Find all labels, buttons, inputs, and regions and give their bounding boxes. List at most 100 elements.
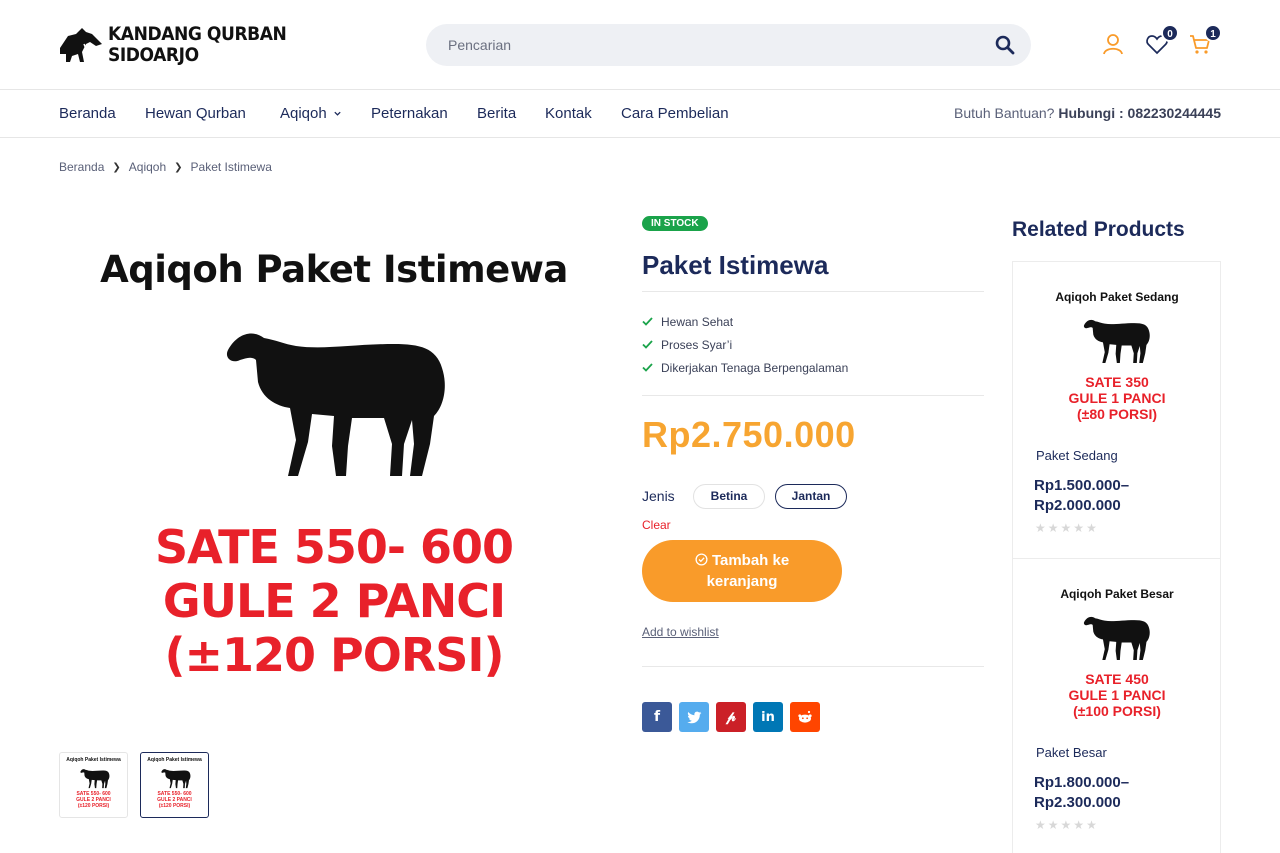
related-image-line-2: GULE 1 PANCI [1068, 687, 1166, 703]
feature-label: Dikerjakan Tenaga Berpengalaman [661, 360, 849, 375]
product-price: Rp2.750.000 [642, 414, 856, 455]
product-main-image[interactable]: Aqiqoh Paket Istimewa SATE 550- 600 GULE… [59, 220, 609, 720]
search-bar [426, 24, 1031, 66]
logo-text: KANDANG QURBAN SIDOARJO [108, 23, 287, 66]
help-phone[interactable]: Hubungi : 082230244445 [1058, 105, 1221, 121]
divider [642, 291, 984, 292]
share-buttons: f 𝓅 in [642, 702, 820, 732]
star-icon: ★ [1047, 818, 1061, 832]
star-icon: ★ [1073, 818, 1087, 832]
image-title: Aqiqoh Paket Istimewa [100, 248, 568, 291]
thumbnail-title: Aqiqoh Paket Istimewa [66, 757, 121, 763]
search-icon[interactable] [995, 35, 1015, 55]
clear-variant-link[interactable]: Clear [642, 518, 671, 532]
related-price-line-1: Rp1.500.000– [1034, 477, 1130, 494]
thumbnail[interactable]: Aqiqoh Paket Istimewa SATE 550- 600 GULE… [59, 752, 128, 818]
nav-item-aqiqoh[interactable]: Aqiqoh [280, 105, 342, 122]
related-product-image[interactable]: Aqiqoh Paket Besar SATE 450 GULE 1 PANCI… [1037, 583, 1197, 733]
feature-item: Dikerjakan Tenaga Berpengalaman [642, 356, 848, 379]
main-navigation: Beranda Hewan Qurban Aqiqoh Peternakan B… [0, 90, 1280, 138]
nav-item-cara-pembelian[interactable]: Cara Pembelian [621, 105, 729, 122]
product-thumbnails: Aqiqoh Paket Istimewa SATE 550- 600 GULE… [59, 752, 209, 818]
wishlist-button[interactable]: 0 [1145, 24, 1179, 56]
related-image-text: SATE 350 GULE 1 PANCI (±80 PORSI) [1037, 374, 1197, 422]
add-to-wishlist-link[interactable]: Add to wishlist [642, 625, 719, 639]
check-circle-icon [695, 553, 708, 566]
reddit-share-button[interactable] [790, 702, 820, 732]
logo-line-1: KANDANG QURBAN [108, 23, 287, 45]
star-icon: ★ [1035, 521, 1048, 535]
breadcrumb-home[interactable]: Beranda [59, 160, 104, 174]
related-image-title: Aqiqoh Paket Besar [1060, 587, 1174, 601]
twitter-share-button[interactable] [679, 702, 709, 732]
related-image-line-1: SATE 450 [1085, 671, 1149, 687]
chevron-down-icon [334, 111, 341, 116]
logo-line-2: SIDOARJO [108, 44, 199, 66]
stock-badge: IN STOCK [642, 216, 708, 231]
sheep-silhouette-icon [161, 769, 191, 789]
image-line-3: (±120 PORSI) [164, 628, 504, 682]
thumbnail-text: SATE 550- 600 GULE 2 PANCI (±120 PORSI) [141, 791, 208, 809]
nav-item-aqiqoh-label: Aqiqoh [280, 105, 327, 122]
related-product-card[interactable]: Aqiqoh Paket Besar SATE 450 GULE 1 PANCI… [1012, 558, 1221, 853]
breadcrumb-category[interactable]: Aqiqoh [129, 160, 166, 174]
related-product-price: Rp1.500.000– Rp2.000.000 [1034, 476, 1129, 516]
feature-label: Proses Syar’i [661, 337, 733, 352]
breadcrumb: Beranda ❯ Aqiqoh ❯ Paket Istimewa [59, 160, 272, 174]
add-to-cart-button[interactable]: Tambah ke keranjang [642, 540, 842, 602]
star-rating: ★★★★★ [1035, 521, 1099, 535]
check-icon [642, 340, 653, 349]
cart-count-badge: 1 [1204, 24, 1222, 42]
pinterest-icon: 𝓅 [726, 709, 736, 725]
account-button[interactable] [1101, 32, 1125, 56]
sheep-silhouette-icon [1083, 319, 1150, 363]
nav-item-hewan-qurban[interactable]: Hewan Qurban [145, 105, 246, 122]
variant-label: Jenis [642, 488, 675, 504]
related-price-line-2: Rp2.300.000 [1034, 794, 1121, 811]
nav-item-kontak[interactable]: Kontak [545, 105, 592, 122]
thumbnail-line-3: (±120 PORSI) [158, 803, 191, 809]
related-product-name[interactable]: Paket Besar [1036, 745, 1107, 760]
related-product-card[interactable]: Aqiqoh Paket Sedang SATE 350 GULE 1 PANC… [1012, 261, 1221, 559]
reddit-icon [798, 710, 812, 723]
user-icon [1103, 34, 1123, 55]
related-image-text: SATE 450 GULE 1 PANCI (±100 PORSI) [1037, 671, 1197, 719]
facebook-icon: f [653, 709, 661, 725]
pinterest-share-button[interactable]: 𝓅 [716, 702, 746, 732]
thumbnail-line-3: (±120 PORSI) [77, 803, 110, 809]
variant-option-betina[interactable]: Betina [693, 484, 765, 509]
related-product-name[interactable]: Paket Sedang [1036, 448, 1118, 463]
breadcrumb-current: Paket Istimewa [190, 160, 272, 174]
search-input[interactable] [448, 24, 988, 66]
related-product-price: Rp1.800.000– Rp2.300.000 [1034, 773, 1129, 813]
variant-option-jantan[interactable]: Jantan [775, 484, 847, 509]
site-logo[interactable]: KANDANG QURBAN SIDOARJO [58, 22, 306, 68]
feature-list: Hewan Sehat Proses Syar’i Dikerjakan Ten… [642, 310, 848, 379]
check-icon [642, 363, 653, 372]
help-prefix: Butuh Bantuan? [954, 105, 1055, 121]
add-to-cart-label: Tambah ke keranjang [672, 550, 812, 592]
related-product-image[interactable]: Aqiqoh Paket Sedang SATE 350 GULE 1 PANC… [1037, 286, 1197, 436]
nav-item-beranda[interactable]: Beranda [59, 105, 116, 122]
sheep-silhouette-icon [80, 769, 110, 789]
related-image-title: Aqiqoh Paket Sedang [1055, 290, 1179, 304]
sheep-silhouette-icon [226, 333, 445, 476]
twitter-icon [686, 711, 701, 723]
thumbnail-title: Aqiqoh Paket Istimewa [147, 757, 202, 763]
image-line-2: GULE 2 PANCI [162, 574, 506, 628]
linkedin-icon: in [761, 709, 775, 725]
chevron-right-icon: ❯ [174, 161, 183, 173]
related-image-line-3: (±100 PORSI) [1073, 703, 1161, 719]
cart-button[interactable]: 1 [1188, 24, 1222, 56]
star-icon: ★ [1035, 818, 1048, 832]
thumbnail-active[interactable]: Aqiqoh Paket Istimewa SATE 550- 600 GULE… [140, 752, 209, 818]
nav-item-berita[interactable]: Berita [477, 105, 516, 122]
linkedin-share-button[interactable]: in [753, 702, 783, 732]
add-to-cart-text: Tambah ke keranjang [706, 552, 790, 590]
star-rating: ★★★★★ [1035, 818, 1099, 832]
nav-item-peternakan[interactable]: Peternakan [371, 105, 448, 122]
divider [642, 666, 984, 667]
site-header: KANDANG QURBAN SIDOARJO 0 1 [0, 0, 1280, 90]
product-title: Paket Istimewa [642, 250, 829, 280]
facebook-share-button[interactable]: f [642, 702, 672, 732]
